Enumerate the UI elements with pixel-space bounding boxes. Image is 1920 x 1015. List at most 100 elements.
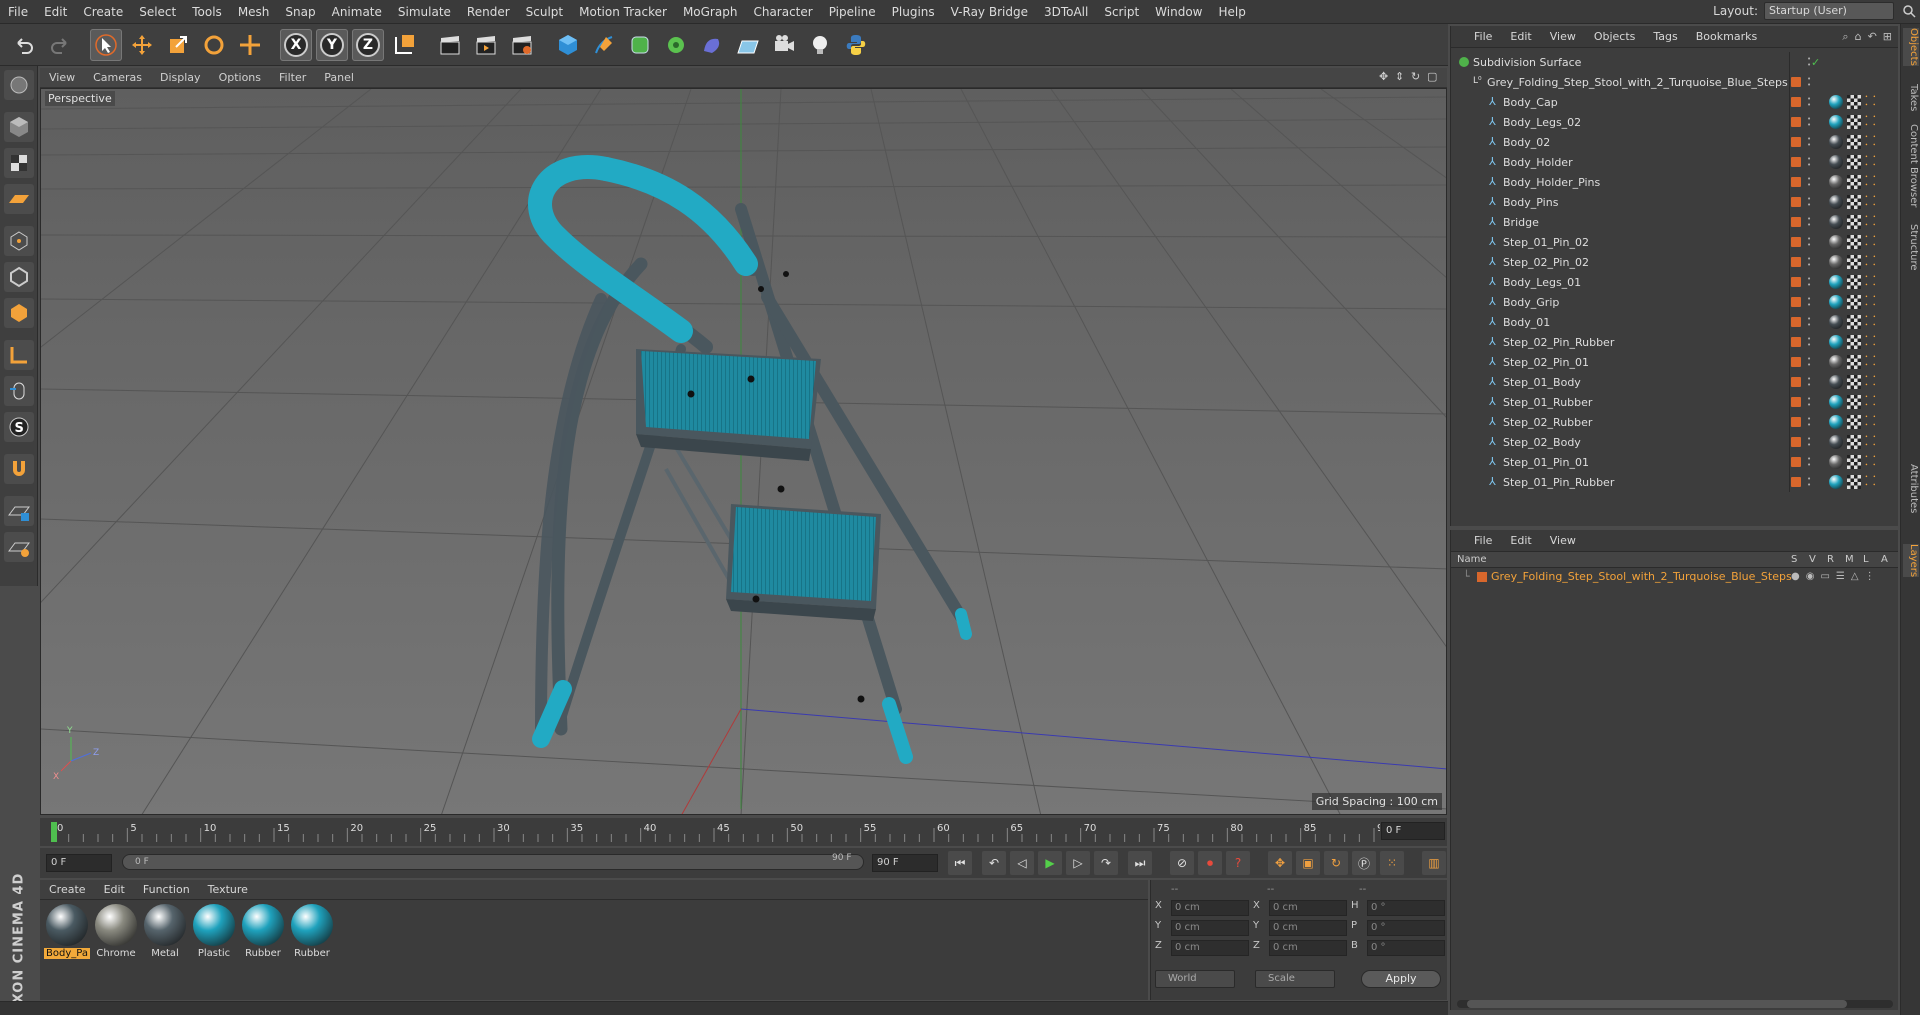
material-tag-icon[interactable] [1829,455,1843,469]
texture-tag-icon[interactable] [1847,155,1861,169]
menu-window[interactable]: Window [1147,0,1210,24]
phong-tag-icon[interactable]: ⸬ [1865,275,1879,289]
live-selection-button[interactable] [90,28,122,61]
visibility-dots-icon[interactable]: • • [1807,136,1813,149]
material-tag-icon[interactable] [1829,375,1843,389]
object-row[interactable]: ⅄ Body_01 • • ⸬ [1451,312,1899,332]
material-tag-icon[interactable] [1829,295,1843,309]
material-tag-icon[interactable] [1829,135,1843,149]
texture-tag-icon[interactable] [1847,135,1861,149]
workplane-mode-button[interactable] [3,184,34,214]
layer-color-tag[interactable] [1791,157,1801,167]
previous-frame-button[interactable]: ◁ [1010,851,1034,875]
material-tag-icon[interactable] [1829,335,1843,349]
object-menu-file[interactable]: File [1465,30,1501,43]
apply-button[interactable]: Apply [1361,970,1441,988]
phong-tag-icon[interactable]: ⸬ [1865,375,1879,389]
phong-tag-icon[interactable]: ⸬ [1865,335,1879,349]
python-button[interactable] [840,29,872,61]
playhead[interactable] [51,822,57,842]
point-level-button[interactable]: ⁙ [1380,851,1404,875]
object-row[interactable]: ⅄ Bridge • • ⸬ [1451,212,1899,232]
timeline-ruler[interactable]: 0 5 10 15 20 25 30 35 40 45 50 55 60 65 70 75 80 85 90 [48,820,1390,844]
menu-v-ray-bridge[interactable]: V-Ray Bridge [943,0,1036,24]
layer-color-tag[interactable] [1791,117,1801,127]
phong-tag-icon[interactable]: ⸬ [1865,175,1879,189]
material-swatch[interactable]: Metal [142,904,188,962]
texture-tag-icon[interactable] [1847,375,1861,389]
side-tab-structure[interactable]: Structure [1903,224,1919,271]
go-to-start-button[interactable]: ⏮ [948,851,972,875]
points-mode-button[interactable] [3,226,34,256]
object-row[interactable]: ⅄ Body_Legs_02 • • ⸬ [1451,112,1899,132]
render-flag-icon[interactable]: ▭ [1820,571,1829,582]
layer-color-tag[interactable] [1791,377,1801,387]
coordinate-system-button[interactable] [388,29,420,61]
layer-row[interactable]: └ Grey_Folding_Step_Stool_with_2_Turquoi… [1451,568,1898,586]
visibility-dots-icon[interactable]: • • [1807,436,1813,449]
next-key-button[interactable]: ↷ [1094,851,1118,875]
phong-tag-icon[interactable]: ⸬ [1865,295,1879,309]
layer-color-tag[interactable] [1791,317,1801,327]
side-tab-attributes[interactable]: Attributes [1903,464,1919,513]
coord-rotation-field[interactable]: 0 ° [1367,940,1445,956]
layer-menu-edit[interactable]: Edit [1501,534,1540,547]
layer-color-tag[interactable] [1791,97,1801,107]
coord-size-field[interactable]: 0 cm [1269,940,1347,956]
menu-snap[interactable]: Snap [277,0,323,24]
viewport-menu-panel[interactable]: Panel [315,71,363,84]
object-row[interactable]: L⁰ Grey_Folding_Step_Stool_with_2_Turquoi… [1451,72,1899,92]
menu-pipeline[interactable]: Pipeline [821,0,884,24]
rotate-button[interactable] [198,29,230,61]
layer-color-swatch[interactable] [1477,572,1487,582]
phong-tag-icon[interactable]: ⸬ [1865,315,1879,329]
menu-3dtoall[interactable]: 3DToAll [1036,0,1096,24]
subdivision-button[interactable] [624,29,656,61]
viewport-menu-options[interactable]: Options [210,71,270,84]
phong-tag-icon[interactable]: ⸬ [1865,115,1879,129]
position-key-button[interactable]: ✥ [1268,851,1292,875]
coord-position-field[interactable]: 0 cm [1171,900,1249,916]
material-tag-icon[interactable] [1829,115,1843,129]
object-row[interactable]: ⅄ Step_02_Pin_01 • • ⸬ [1451,352,1899,372]
viewport-menu-cameras[interactable]: Cameras [84,71,151,84]
coordinate-type-select[interactable]: Scale [1255,970,1335,988]
object-menu-bookmarks[interactable]: Bookmarks [1687,30,1766,43]
lock-workplane-button[interactable] [3,496,34,526]
phong-tag-icon[interactable]: ⸬ [1865,355,1879,369]
material-tag-icon[interactable] [1829,215,1843,229]
layer-color-tag[interactable] [1791,177,1801,187]
layer-color-tag[interactable] [1791,417,1801,427]
texture-tag-icon[interactable] [1847,415,1861,429]
material-swatch[interactable]: Plastic [191,904,237,962]
object-row[interactable]: ⅄ Body_Legs_01 • • ⸬ [1451,272,1899,292]
viewport-menu-filter[interactable]: Filter [270,71,315,84]
layer-color-tag[interactable] [1791,197,1801,207]
texture-tag-icon[interactable] [1847,395,1861,409]
phong-tag-icon[interactable]: ⸬ [1865,195,1879,209]
texture-tag-icon[interactable] [1847,435,1861,449]
phong-tag-icon[interactable]: ⸬ [1865,415,1879,429]
tweak-mode-button[interactable] [3,376,34,406]
animation-flag-icon[interactable]: ⋮ [1865,571,1875,582]
coord-rotation-field[interactable]: 0 ° [1367,920,1445,936]
pen-spline-button[interactable] [588,29,620,61]
material-swatch[interactable]: Body_Pa [44,904,90,962]
layer-color-tag[interactable] [1791,277,1801,287]
object-row[interactable]: Subdivision Surface • • ✓ [1451,52,1899,72]
visibility-dots-icon[interactable]: • • [1807,276,1813,289]
menu-mesh[interactable]: Mesh [230,0,278,24]
material-tag-icon[interactable] [1829,175,1843,189]
visibility-dots-icon[interactable]: • • [1807,176,1813,189]
object-menu-view[interactable]: View [1541,30,1585,43]
layer-color-tag[interactable] [1791,237,1801,247]
coord-size-field[interactable]: 0 cm [1269,920,1347,936]
menu-motion-tracker[interactable]: Motion Tracker [571,0,675,24]
object-row[interactable]: ⅄ Step_02_Body • • ⸬ [1451,432,1899,452]
object-row[interactable]: ⅄ Step_01_Pin_01 • • ⸬ [1451,452,1899,472]
visibility-dots-icon[interactable]: • • [1807,336,1813,349]
light-button[interactable] [804,29,836,61]
object-row[interactable]: ⅄ Step_01_Pin_Rubber • • ⸬ [1451,472,1899,492]
menu-select[interactable]: Select [131,0,184,24]
phong-tag-icon[interactable]: ⸬ [1865,95,1879,109]
